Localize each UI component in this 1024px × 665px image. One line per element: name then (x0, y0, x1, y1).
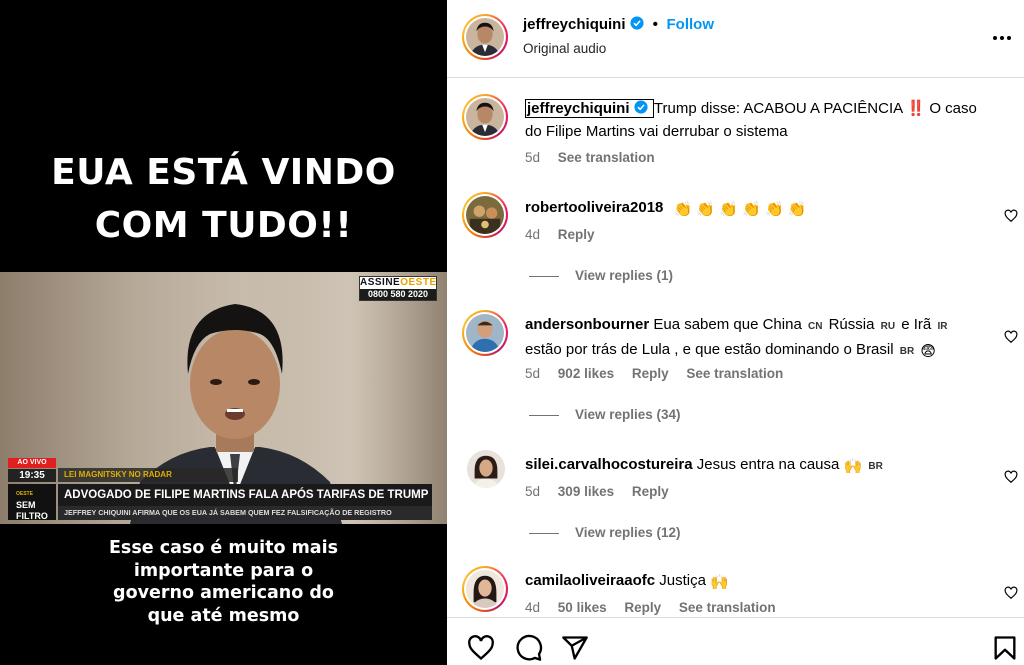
comment-like-heart-icon[interactable] (1004, 330, 1018, 344)
follow-button[interactable]: Follow (667, 16, 715, 33)
separator: • (652, 16, 659, 33)
flag-china-icon: CN (807, 321, 823, 332)
fearful-face-icon: 😨 (920, 343, 937, 360)
commenter-avatar[interactable] (462, 566, 508, 612)
clapping-hands-icon: 👏 👏 👏 👏 👏 👏 (673, 201, 807, 218)
comment-text-d: estão por trás de Lula , e que estão dom… (525, 341, 894, 358)
view-replies-button[interactable]: View replies (12) (529, 525, 681, 540)
raising-hands-icon: 🙌 (710, 574, 729, 591)
flag-iran-icon: IR (937, 321, 948, 332)
comment-age: 5d (525, 484, 541, 499)
comment-age: 5d (525, 366, 541, 381)
flag-brazil-icon: BR (899, 346, 915, 357)
comment-text-c: e Irã (901, 316, 932, 333)
comment-age: 4d (525, 227, 541, 242)
comment-text: Eua sabem que China (653, 316, 802, 333)
caption-text-1b: O caso (925, 100, 977, 117)
commenter-avatar[interactable] (462, 192, 508, 238)
lower-third-kicker: LEI MAGNITSKY NO RADAR (58, 468, 238, 482)
comment-likes[interactable]: 309 likes (558, 484, 614, 499)
caption-text-2: do Filipe Martins vai derrubar o sistema (525, 123, 788, 140)
see-translation-button[interactable]: See translation (686, 366, 783, 381)
caption-item: jeffreychiquini Trump disse: ACABOU A PA… (447, 79, 1024, 179)
verified-icon (634, 100, 648, 114)
lower-third-subtitle: JEFFREY CHIQUINI AFIRMA QUE OS EUA JÁ SA… (58, 506, 432, 520)
comment-item: silei.carvalhocostureira Jesus entra na … (447, 447, 1024, 557)
channel-logo: OESTE SEM FILTRO (8, 484, 56, 521)
audio-label[interactable]: Original audio (523, 41, 606, 56)
post-header: jeffreychiquini • Follow Original audio (447, 0, 1024, 78)
comment-username[interactable]: camilaoliveiraaofc (525, 572, 655, 589)
comment-like-heart-icon[interactable] (1004, 586, 1018, 600)
comment-item: camilaoliveiraaofc Justiça 🙌 4d 50 likes… (447, 563, 1024, 617)
see-translation-button[interactable]: See translation (558, 150, 655, 165)
reply-button[interactable]: Reply (632, 484, 669, 499)
subscribe-banner: ASSINEOESTE 0800 580 2020 (359, 276, 437, 301)
reply-button[interactable]: Reply (624, 600, 661, 615)
bookmark-icon[interactable] (991, 634, 1019, 662)
raising-hands-icon: 🙌 (843, 458, 863, 475)
reply-button[interactable]: Reply (632, 366, 669, 381)
comment-username[interactable]: robertooliveira2018 (525, 199, 663, 216)
video-caption: Esse caso é muito mais importante para o… (108, 538, 339, 626)
comment-likes[interactable]: 902 likes (558, 366, 614, 381)
see-translation-button[interactable]: See translation (679, 600, 776, 615)
comment-username[interactable]: silei.carvalhocostureira (525, 456, 693, 473)
lower-third-title: ADVOGADO DE FILIPE MARTINS FALA APÓS TAR… (58, 484, 432, 506)
comment-likes[interactable]: 50 likes (558, 600, 607, 615)
comment-text: Jesus entra na causa (696, 456, 840, 473)
author-username[interactable]: jeffreychiquini (523, 16, 626, 33)
commenter-avatar[interactable] (467, 450, 505, 488)
comment-text: Justiça (659, 572, 706, 589)
view-replies-button[interactable]: View replies (1) (529, 268, 673, 283)
post-panel: jeffreychiquini • Follow Original audio … (447, 0, 1024, 665)
comments-list[interactable]: jeffreychiquini Trump disse: ACABOU A PA… (447, 79, 1024, 617)
caption-avatar[interactable] (462, 94, 508, 140)
phone-number: 0800 580 2020 (360, 289, 436, 300)
caption-text-1: Trump disse: ACABOU A PACIÊNCIA (653, 100, 903, 117)
reply-button[interactable]: Reply (558, 227, 595, 242)
comment-username[interactable]: andersonbourner (525, 316, 649, 333)
comment-age: 4d (525, 600, 541, 615)
more-icon[interactable] (990, 26, 1014, 50)
flag-russia-icon: RU (880, 321, 896, 332)
reel-video[interactable]: EUA ESTÁ VINDO COM TUDO!! ASSINEOESTE 08… (0, 0, 447, 665)
headline-line-1: EUA ESTÁ VINDO (51, 152, 396, 193)
verified-icon (630, 16, 644, 30)
video-headline: EUA ESTÁ VINDO COM TUDO!! (0, 146, 447, 252)
share-icon[interactable] (561, 634, 589, 662)
comment-item: andersonbourner Eua sabem que China CN R… (447, 307, 1024, 427)
comment-item: robertooliveira2018 👏 👏 👏 👏 👏 👏 4d Reply… (447, 187, 1024, 297)
comment-like-heart-icon[interactable] (1004, 209, 1018, 223)
caption-age: 5d (525, 150, 541, 165)
comment-text-b: Rússia (828, 316, 875, 333)
action-bar (447, 617, 1024, 665)
broadcast-time: 19:35 (8, 469, 56, 482)
comment-icon[interactable] (515, 634, 543, 662)
heart-icon[interactable] (467, 634, 495, 662)
live-badge: AO VIVO (8, 458, 56, 468)
flag-brazil-icon: BR (868, 461, 883, 472)
author-avatar[interactable] (462, 14, 508, 60)
double-exclamation-icon: ‼️ (906, 100, 926, 117)
lower-third: AO VIVO 19:35 LEI MAGNITSKY NO RADAR OES… (8, 458, 432, 524)
headline-line-2: COM TUDO!! (94, 205, 353, 246)
view-replies-button[interactable]: View replies (34) (529, 407, 681, 422)
commenter-avatar[interactable] (462, 310, 508, 356)
caption-username[interactable]: jeffreychiquini (527, 100, 630, 117)
comment-like-heart-icon[interactable] (1004, 470, 1018, 484)
